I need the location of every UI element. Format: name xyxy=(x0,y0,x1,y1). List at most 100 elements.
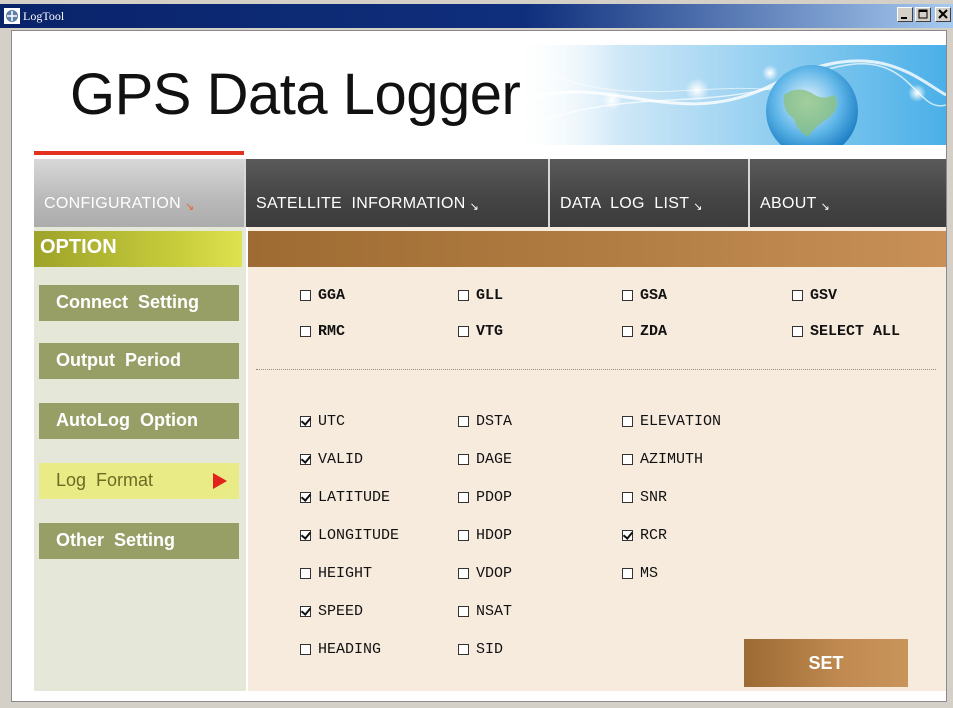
sidebar-item-other-setting[interactable]: Other Setting xyxy=(39,523,239,559)
tab-about[interactable]: ABOUT ↘ xyxy=(750,159,946,227)
checkbox-box[interactable] xyxy=(792,290,803,301)
checkbox-box[interactable] xyxy=(300,606,311,617)
app-icon[interactable] xyxy=(4,8,20,24)
sidebar-item-autolog-option[interactable]: AutoLog Option xyxy=(39,403,239,439)
chevron-down-icon: ↘ xyxy=(693,201,703,213)
sidebar-item-log-format[interactable]: Log Format xyxy=(39,463,239,499)
checkbox-latitude[interactable]: LATITUDE xyxy=(300,489,390,506)
app-window: LogTool GPS Data Logger CONFIGURATION ↘ … xyxy=(0,0,953,708)
checkbox-box[interactable] xyxy=(622,568,633,579)
checkbox-dage[interactable]: DAGE xyxy=(458,451,512,468)
maximize-icon xyxy=(918,9,928,19)
checkbox-longitude[interactable]: LONGITUDE xyxy=(300,527,399,544)
checkbox-label: SNR xyxy=(640,489,668,506)
checkbox-box[interactable] xyxy=(300,492,311,503)
checkbox-ms[interactable]: MS xyxy=(622,565,658,582)
checkbox-rcr[interactable]: RCR xyxy=(622,527,667,544)
checkbox-label: VTG xyxy=(476,323,504,340)
checkbox-label: LATITUDE xyxy=(318,489,391,506)
checkbox-label: GSV xyxy=(810,287,838,304)
close-icon xyxy=(938,9,948,19)
checkbox-vdop[interactable]: VDOP xyxy=(458,565,512,582)
checkbox-snr[interactable]: SNR xyxy=(622,489,667,506)
checkbox-label: AZIMUTH xyxy=(640,451,704,468)
checkbox-label: ZDA xyxy=(640,323,668,340)
checkbox-box[interactable] xyxy=(458,326,469,337)
checkbox-box[interactable] xyxy=(622,530,633,541)
sidebar-item-output-period[interactable]: Output Period xyxy=(39,343,239,379)
maximize-button[interactable] xyxy=(915,7,931,22)
checkbox-box[interactable] xyxy=(622,416,633,427)
sidebar-item-connect-setting[interactable]: Connect Setting xyxy=(39,285,239,321)
title-bar[interactable]: LogTool xyxy=(0,4,953,28)
window-title: LogTool xyxy=(23,8,65,23)
checkbox-rmc[interactable]: RMC xyxy=(300,323,345,340)
checkbox-box[interactable] xyxy=(458,416,469,427)
checkbox-dsta[interactable]: DSTA xyxy=(458,413,512,430)
checkbox-box[interactable] xyxy=(300,290,311,301)
sidebar-item-label: Other Setting xyxy=(56,530,176,550)
checkbox-box[interactable] xyxy=(458,530,469,541)
checkbox-label: HEADING xyxy=(318,641,382,658)
checkbox-box[interactable] xyxy=(300,568,311,579)
minimize-button[interactable] xyxy=(897,7,913,22)
checkbox-label: GGA xyxy=(318,287,346,304)
main-tabs: CONFIGURATION ↘ SATELLITE INFORMATION ↘ … xyxy=(34,159,946,227)
checkbox-pdop[interactable]: PDOP xyxy=(458,489,512,506)
checkbox-box[interactable] xyxy=(792,326,803,337)
sidebar-item-label: AutoLog Option xyxy=(56,410,198,430)
checkbox-valid[interactable]: VALID xyxy=(300,451,363,468)
checkbox-label: SID xyxy=(476,641,504,658)
checkbox-elevation[interactable]: ELEVATION xyxy=(622,413,721,430)
checkbox-hdop[interactable]: HDOP xyxy=(458,527,512,544)
set-button[interactable]: SET xyxy=(744,639,908,687)
checkbox-gga[interactable]: GGA xyxy=(300,287,345,304)
minimize-icon xyxy=(901,17,907,19)
checkbox-label: HEIGHT xyxy=(318,565,373,582)
checkbox-nsat[interactable]: NSAT xyxy=(458,603,512,620)
checkbox-vtg[interactable]: VTG xyxy=(458,323,503,340)
globe-banner-image xyxy=(512,45,946,145)
checkbox-gsv[interactable]: GSV xyxy=(792,287,837,304)
checkbox-box[interactable] xyxy=(458,454,469,465)
checkbox-box[interactable] xyxy=(622,326,633,337)
checkbox-box[interactable] xyxy=(458,606,469,617)
window-controls xyxy=(897,7,951,22)
checkbox-box[interactable] xyxy=(622,454,633,465)
checkbox-box[interactable] xyxy=(622,492,633,503)
checkbox-height[interactable]: HEIGHT xyxy=(300,565,372,582)
checkbox-heading[interactable]: HEADING xyxy=(300,641,381,658)
checkbox-box[interactable] xyxy=(458,290,469,301)
checkbox-sid[interactable]: SID xyxy=(458,641,503,658)
checkbox-utc[interactable]: UTC xyxy=(300,413,345,430)
tab-configuration[interactable]: CONFIGURATION ↘ xyxy=(34,159,246,227)
app-brand-title: GPS Data Logger xyxy=(70,62,521,127)
checkbox-box[interactable] xyxy=(300,644,311,655)
tab-label: CONFIGURATION xyxy=(44,195,181,212)
checkbox-select-all[interactable]: SELECT ALL xyxy=(792,323,900,340)
section-divider xyxy=(256,369,936,370)
checkbox-label: VDOP xyxy=(476,565,513,582)
tab-data-log-list[interactable]: DATA LOG LIST ↘ xyxy=(550,159,750,227)
checkbox-box[interactable] xyxy=(622,290,633,301)
option-sidebar: OPTION Connect Setting Output Period Aut… xyxy=(34,227,246,691)
checkbox-gll[interactable]: GLL xyxy=(458,287,503,304)
checkbox-box[interactable] xyxy=(300,530,311,541)
checkbox-box[interactable] xyxy=(458,492,469,503)
checkbox-zda[interactable]: ZDA xyxy=(622,323,667,340)
close-button[interactable] xyxy=(935,7,951,22)
checkbox-box[interactable] xyxy=(458,568,469,579)
checkbox-azimuth[interactable]: AZIMUTH xyxy=(622,451,703,468)
tab-satellite-information[interactable]: SATELLITE INFORMATION ↘ xyxy=(246,159,550,227)
checkbox-box[interactable] xyxy=(300,454,311,465)
checkbox-label: DSTA xyxy=(476,413,513,430)
tab-label: SATELLITE INFORMATION xyxy=(256,195,466,212)
checkbox-speed[interactable]: SPEED xyxy=(300,603,363,620)
option-heading: OPTION xyxy=(34,231,242,267)
checkbox-box[interactable] xyxy=(458,644,469,655)
checkbox-box[interactable] xyxy=(300,416,311,427)
checkbox-label: SELECT ALL xyxy=(810,323,901,340)
header-accent-line xyxy=(34,151,244,155)
checkbox-gsa[interactable]: GSA xyxy=(622,287,667,304)
checkbox-box[interactable] xyxy=(300,326,311,337)
